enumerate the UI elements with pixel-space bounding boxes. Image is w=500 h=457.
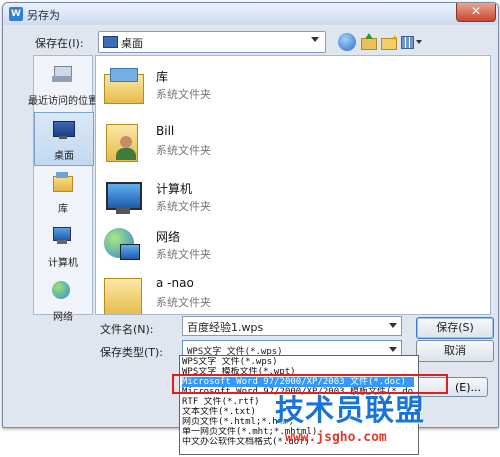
folder-icon bbox=[102, 274, 146, 314]
place-recent-label: 最近访问的位置 bbox=[28, 96, 98, 107]
place-computer[interactable]: 计算机 bbox=[34, 220, 92, 272]
filename-label: 文件名(N): bbox=[100, 323, 154, 336]
new-folder-icon[interactable]: ✦ bbox=[381, 34, 399, 50]
place-desktop[interactable]: 桌面 bbox=[34, 112, 94, 166]
save-in-label: 保存在(I): bbox=[35, 37, 84, 50]
libraries-folder-icon bbox=[102, 66, 146, 106]
place-libraries[interactable]: 库 bbox=[34, 166, 92, 218]
desktop-icon bbox=[51, 117, 75, 141]
title-bar: W 另存为 ✕ bbox=[3, 3, 498, 25]
watermark-url: www.jsgho.com bbox=[285, 430, 387, 445]
place-libraries-label: 库 bbox=[58, 204, 68, 215]
libraries-icon bbox=[50, 170, 74, 194]
file-type: 系统文件夹 bbox=[156, 88, 211, 101]
chevron-down-icon bbox=[311, 37, 319, 42]
place-recent[interactable]: 最近访问的位置 bbox=[28, 58, 98, 110]
place-network[interactable]: 网络 bbox=[34, 274, 92, 326]
file-name: a -nao bbox=[156, 276, 194, 290]
save-button[interactable]: 保存(S) bbox=[416, 317, 494, 339]
computer-icon bbox=[102, 178, 146, 218]
file-type: 系统文件夹 bbox=[156, 200, 211, 213]
file-name: 计算机 bbox=[156, 182, 193, 196]
chevron-down-icon[interactable] bbox=[389, 323, 397, 328]
desktop-folder-icon bbox=[103, 36, 118, 48]
file-type: 系统文件夹 bbox=[156, 248, 211, 261]
save-in-value: 桌面 bbox=[121, 37, 143, 50]
back-icon[interactable] bbox=[338, 33, 356, 51]
filename-input[interactable]: 百度经验1.wps bbox=[182, 316, 402, 336]
list-item[interactable]: Bill 系统文件夹 bbox=[102, 118, 402, 168]
file-list: 库 系统文件夹 Bill 系统文件夹 计算机 系统文件夹 网络 系统文件夹 a … bbox=[95, 55, 491, 315]
list-item[interactable]: 计算机 系统文件夹 bbox=[102, 174, 402, 224]
places-bar: 最近访问的位置 桌面 库 计算机 网络 bbox=[28, 55, 98, 323]
chevron-down-icon bbox=[389, 347, 397, 352]
list-item[interactable]: 网络 系统文件夹 bbox=[102, 222, 402, 272]
list-item[interactable]: a -nao 系统文件夹 bbox=[102, 270, 402, 314]
file-type: 系统文件夹 bbox=[156, 296, 211, 309]
file-name: 库 bbox=[156, 70, 169, 84]
place-network-label: 网络 bbox=[53, 312, 73, 323]
network-icon bbox=[102, 226, 146, 266]
close-button[interactable]: ✕ bbox=[456, 3, 496, 22]
file-name: 网络 bbox=[156, 230, 181, 244]
watermark-title: 技术员联盟 bbox=[275, 393, 426, 427]
cancel-button[interactable]: 取消 bbox=[416, 340, 494, 362]
filetype-option[interactable]: WPS文字 文件(*.wps) bbox=[182, 357, 414, 367]
up-folder-icon[interactable] bbox=[360, 33, 377, 50]
list-item[interactable]: 库 系统文件夹 bbox=[102, 62, 402, 112]
filename-value: 百度经验1.wps bbox=[187, 321, 264, 334]
file-type: 系统文件夹 bbox=[156, 144, 211, 157]
place-computer-label: 计算机 bbox=[48, 258, 78, 269]
window-title: 另存为 bbox=[27, 9, 60, 22]
place-desktop-label: 桌面 bbox=[54, 151, 74, 162]
recent-places-icon bbox=[50, 62, 74, 86]
views-menu-icon[interactable] bbox=[401, 34, 423, 50]
filetype-label: 保存类型(T): bbox=[100, 346, 164, 359]
computer-icon bbox=[50, 224, 74, 248]
wps-app-icon: W bbox=[9, 7, 23, 21]
network-icon bbox=[50, 278, 74, 302]
user-folder-icon bbox=[102, 122, 146, 162]
save-in-dropdown[interactable]: 桌面 bbox=[98, 31, 326, 53]
file-name: Bill bbox=[156, 124, 175, 138]
